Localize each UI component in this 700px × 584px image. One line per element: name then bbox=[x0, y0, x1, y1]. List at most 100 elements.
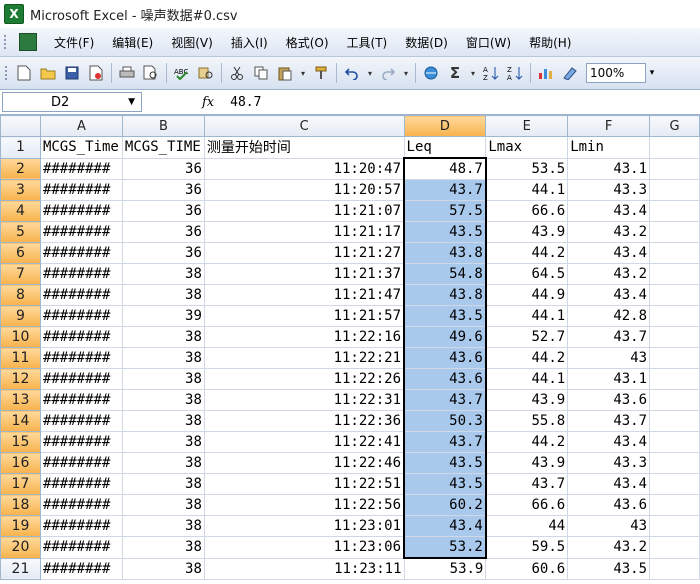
cell-e5[interactable]: 43.9 bbox=[485, 221, 569, 243]
cell-d10[interactable]: 49.6 bbox=[403, 326, 487, 348]
row-header[interactable]: 2 bbox=[0, 157, 41, 180]
cell-f4[interactable]: 43.4 bbox=[567, 200, 651, 222]
cell-b9[interactable]: 39 bbox=[121, 305, 205, 327]
cell-c21[interactable]: 11:23:11 bbox=[203, 557, 405, 580]
cell-a5[interactable]: ######## bbox=[39, 221, 123, 243]
cell-b10[interactable]: 38 bbox=[121, 326, 205, 348]
cell-f9[interactable]: 42.8 bbox=[567, 305, 651, 327]
cell-b13[interactable]: 38 bbox=[121, 389, 205, 411]
cell-e18[interactable]: 66.6 bbox=[485, 494, 569, 516]
cell-d5[interactable]: 43.5 bbox=[403, 221, 487, 243]
cell-f8[interactable]: 43.4 bbox=[567, 284, 651, 306]
cell-a18[interactable]: ######## bbox=[39, 494, 123, 516]
cell-a15[interactable]: ######## bbox=[39, 431, 123, 453]
cell-f3[interactable]: 43.3 bbox=[567, 179, 651, 201]
cell-c9[interactable]: 11:21:57 bbox=[203, 305, 405, 327]
row-header[interactable]: 21 bbox=[0, 557, 41, 580]
sort-descending-icon[interactable]: ZA bbox=[505, 63, 525, 83]
row-header[interactable]: 3 bbox=[0, 179, 41, 201]
cell-c10[interactable]: 11:22:16 bbox=[203, 326, 405, 348]
open-icon[interactable] bbox=[38, 63, 58, 83]
cell-f11[interactable]: 43 bbox=[567, 347, 651, 369]
menu-view[interactable]: 视图(V) bbox=[164, 32, 220, 53]
zoom-box[interactable]: 100% bbox=[586, 63, 646, 83]
cut-icon[interactable] bbox=[227, 63, 247, 83]
cell-c17[interactable]: 11:22:51 bbox=[203, 473, 405, 495]
workbook-icon[interactable] bbox=[19, 33, 37, 51]
cell-a7[interactable]: ######## bbox=[39, 263, 123, 285]
cell-c5[interactable]: 11:21:17 bbox=[203, 221, 405, 243]
cell-a9[interactable]: ######## bbox=[39, 305, 123, 327]
cell-d15[interactable]: 43.7 bbox=[403, 431, 487, 453]
cell-e13[interactable]: 43.9 bbox=[485, 389, 569, 411]
select-all-corner[interactable] bbox=[0, 115, 41, 137]
cell-b18[interactable]: 38 bbox=[121, 494, 205, 516]
cell-b16[interactable]: 38 bbox=[121, 452, 205, 474]
cell-f17[interactable]: 43.4 bbox=[567, 473, 651, 495]
column-header-e[interactable]: E bbox=[485, 115, 569, 137]
cell-a8[interactable]: ######## bbox=[39, 284, 123, 306]
row-header[interactable]: 6 bbox=[0, 242, 41, 264]
name-box-dropdown-icon[interactable]: ▼ bbox=[128, 97, 135, 107]
cell-e19[interactable]: 44 bbox=[485, 515, 569, 537]
cell-a4[interactable]: ######## bbox=[39, 200, 123, 222]
cell-f10[interactable]: 43.7 bbox=[567, 326, 651, 348]
save-icon[interactable] bbox=[62, 63, 82, 83]
cell-c3[interactable]: 11:20:57 bbox=[203, 179, 405, 201]
cell-d16[interactable]: 43.5 bbox=[403, 452, 487, 474]
drawing-icon[interactable] bbox=[560, 63, 580, 83]
cell-e15[interactable]: 44.2 bbox=[485, 431, 569, 453]
cell-b11[interactable]: 38 bbox=[121, 347, 205, 369]
row-header[interactable]: 16 bbox=[0, 452, 41, 474]
cell-a11[interactable]: ######## bbox=[39, 347, 123, 369]
cell-b3[interactable]: 36 bbox=[121, 179, 205, 201]
hyperlink-icon[interactable] bbox=[421, 63, 441, 83]
cell-g5[interactable] bbox=[649, 221, 700, 243]
sort-ascending-icon[interactable]: AZ bbox=[481, 63, 501, 83]
cell-d21[interactable]: 53.9 bbox=[403, 557, 487, 580]
cell-e14[interactable]: 55.8 bbox=[485, 410, 569, 432]
cell-g13[interactable] bbox=[649, 389, 700, 411]
menu-help[interactable]: 帮助(H) bbox=[522, 32, 578, 53]
cell-c18[interactable]: 11:22:56 bbox=[203, 494, 405, 516]
cell-b15[interactable]: 38 bbox=[121, 431, 205, 453]
cell-f5[interactable]: 43.2 bbox=[567, 221, 651, 243]
cell-e6[interactable]: 44.2 bbox=[485, 242, 569, 264]
insert-function-icon[interactable]: fx bbox=[202, 95, 214, 110]
cell-a3[interactable]: ######## bbox=[39, 179, 123, 201]
cell-b2[interactable]: 36 bbox=[121, 157, 205, 180]
cell-f14[interactable]: 43.7 bbox=[567, 410, 651, 432]
cell-g2[interactable] bbox=[649, 157, 700, 180]
cell-g16[interactable] bbox=[649, 452, 700, 474]
cell-c7[interactable]: 11:21:37 bbox=[203, 263, 405, 285]
cell-f15[interactable]: 43.4 bbox=[567, 431, 651, 453]
redo-dropdown-icon[interactable]: ▾ bbox=[402, 63, 410, 83]
row-header[interactable]: 13 bbox=[0, 389, 41, 411]
menu-edit[interactable]: 编辑(E) bbox=[105, 32, 160, 53]
cell-d20[interactable]: 53.2 bbox=[403, 536, 487, 559]
column-header-c[interactable]: C bbox=[203, 115, 405, 137]
cell-c4[interactable]: 11:21:07 bbox=[203, 200, 405, 222]
cell-d14[interactable]: 50.3 bbox=[403, 410, 487, 432]
cell-c8[interactable]: 11:21:47 bbox=[203, 284, 405, 306]
cell-b19[interactable]: 38 bbox=[121, 515, 205, 537]
cell-e9[interactable]: 44.1 bbox=[485, 305, 569, 327]
row-header[interactable]: 8 bbox=[0, 284, 41, 306]
row-header[interactable]: 15 bbox=[0, 431, 41, 453]
cell-f1[interactable]: Lmin bbox=[567, 136, 651, 159]
cell-a19[interactable]: ######## bbox=[39, 515, 123, 537]
row-header[interactable]: 14 bbox=[0, 410, 41, 432]
cell-b5[interactable]: 36 bbox=[121, 221, 205, 243]
cell-e8[interactable]: 44.9 bbox=[485, 284, 569, 306]
cell-c13[interactable]: 11:22:31 bbox=[203, 389, 405, 411]
cell-d7[interactable]: 54.8 bbox=[403, 263, 487, 285]
menu-window[interactable]: 窗口(W) bbox=[459, 32, 518, 53]
cell-e17[interactable]: 43.7 bbox=[485, 473, 569, 495]
cell-d4[interactable]: 57.5 bbox=[403, 200, 487, 222]
cell-a17[interactable]: ######## bbox=[39, 473, 123, 495]
column-header-f[interactable]: F bbox=[567, 115, 651, 137]
cell-g10[interactable] bbox=[649, 326, 700, 348]
row-header[interactable]: 18 bbox=[0, 494, 41, 516]
column-header-d[interactable]: D bbox=[403, 115, 487, 137]
cell-g20[interactable] bbox=[649, 536, 700, 559]
